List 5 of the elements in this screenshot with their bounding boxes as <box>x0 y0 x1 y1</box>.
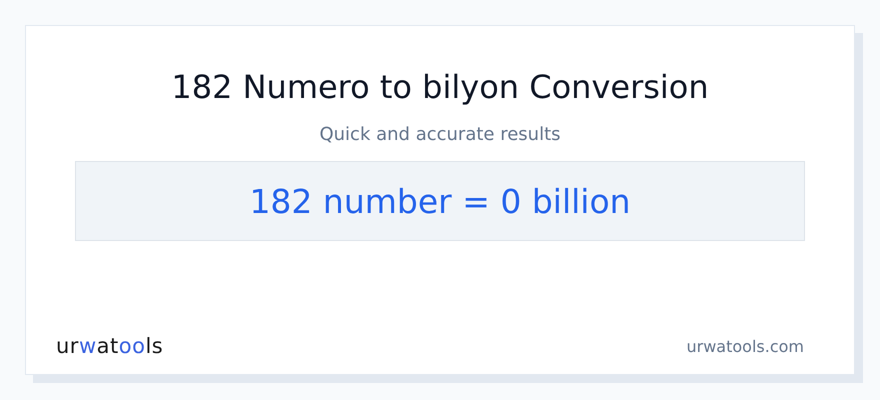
page-title: 182 Numero to bilyon Conversion <box>171 68 709 106</box>
result-text: 182 number = 0 billion <box>249 182 631 220</box>
logo: urwatools <box>56 334 164 358</box>
subtitle: Quick and accurate results <box>319 124 561 145</box>
site-address: urwatools.com <box>686 336 804 356</box>
